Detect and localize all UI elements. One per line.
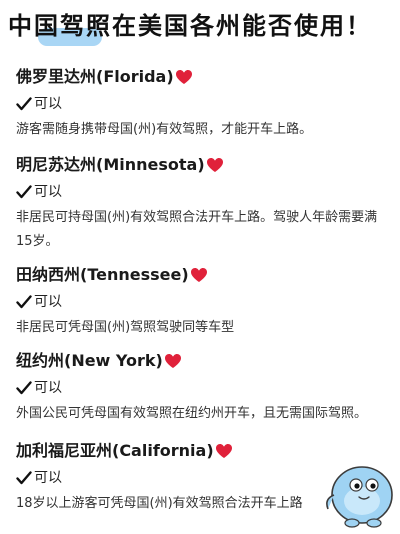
state-section-new-york: 纽约州(New York) 可以 外国公民可凭母国有效驾照在纽约州开车，且无需国… <box>16 350 392 426</box>
mascot-icon <box>326 466 393 528</box>
status-text: 可以 <box>34 294 62 310</box>
state-description: 外国公民可凭母国有效驾照在纽约州开车，且无需国际驾照。 <box>16 406 368 421</box>
state-section-tennessee: 田纳西州(Tennessee) 可以 非居民可凭母国(州)驾照驾驶同等车型 <box>16 264 392 340</box>
checkmark-icon <box>16 381 32 395</box>
heart-icon <box>206 157 223 172</box>
checkmark-icon <box>16 471 32 485</box>
checkmark-icon <box>16 185 32 199</box>
state-description: 非居民可持母国(州)有效驾照合法开车上路。驾驶人年龄需要满15岁。 <box>16 210 378 249</box>
state-name: 明尼苏达州(Minnesota) <box>16 155 205 174</box>
status-text: 可以 <box>34 184 62 200</box>
state-name: 加利福尼亚州(California) <box>16 441 214 460</box>
status-text: 可以 <box>34 470 62 486</box>
heart-icon <box>175 69 192 84</box>
status-text: 可以 <box>34 96 62 112</box>
state-description: 非居民可凭母国(州)驾照驾驶同等车型 <box>16 320 235 335</box>
state-name: 纽约州(New York) <box>16 351 163 370</box>
checkmark-icon <box>16 295 32 309</box>
state-description: 游客需随身携带母国(州)有效驾照，才能开车上路。 <box>16 122 313 137</box>
state-section-florida: 佛罗里达州(Florida) 可以 游客需随身携带母国(州)有效驾照，才能开车上… <box>16 66 392 142</box>
page-title: 中国驾照在美国各州能否使用！ <box>8 12 372 40</box>
status-text: 可以 <box>34 380 62 396</box>
state-name: 田纳西州(Tennessee) <box>16 265 189 284</box>
state-section-minnesota: 明尼苏达州(Minnesota) 可以 非居民可持母国(州)有效驾照合法开车上路… <box>16 154 392 254</box>
heart-icon <box>190 267 207 282</box>
checkmark-icon <box>16 97 32 111</box>
state-name: 佛罗里达州(Florida) <box>16 67 174 86</box>
heart-icon <box>215 443 232 458</box>
heart-icon <box>164 353 181 368</box>
title-area: 中国驾照在美国各州能否使用！ <box>8 6 396 50</box>
